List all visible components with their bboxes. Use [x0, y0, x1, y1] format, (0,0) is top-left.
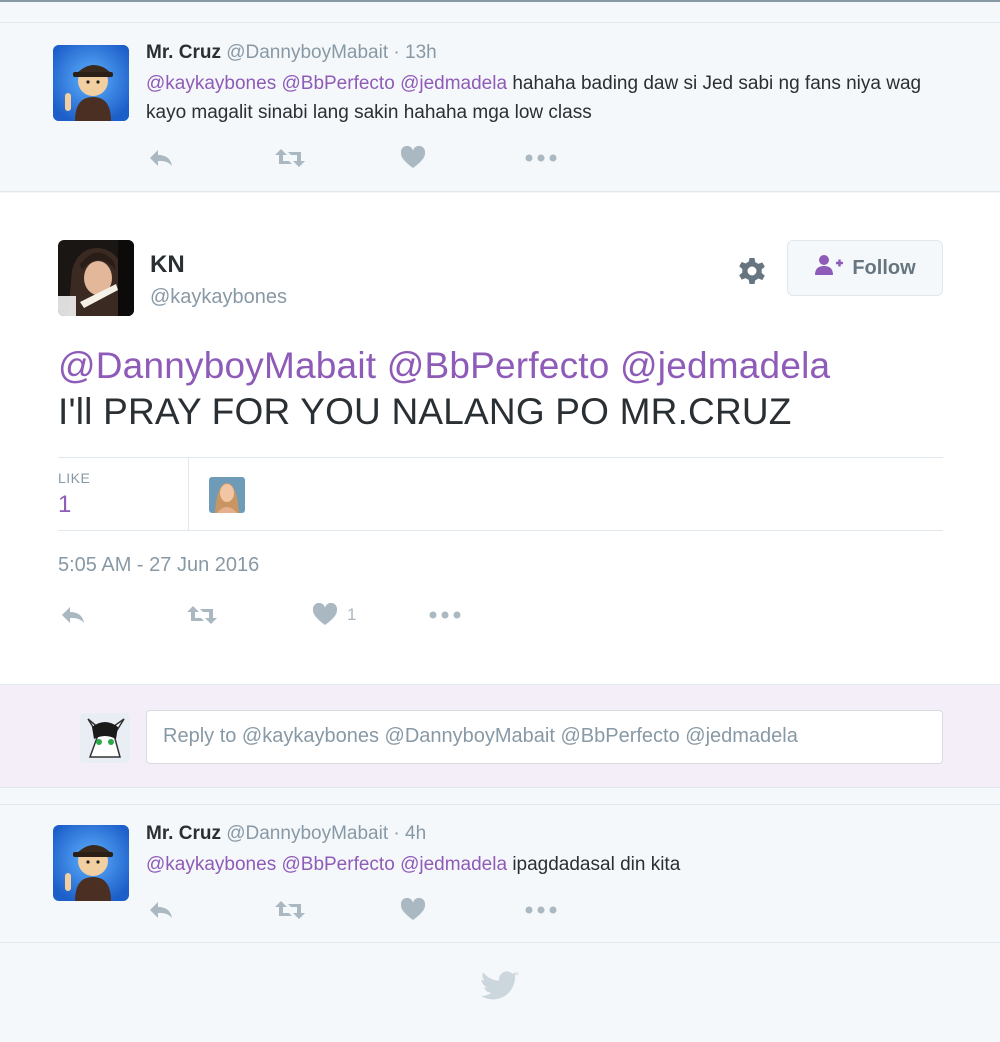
like-stat-label: LIKE [58, 470, 91, 486]
heart-icon[interactable] [399, 146, 427, 170]
follow-button[interactable]: Follow [787, 240, 943, 296]
tweet-actions: 1 [58, 603, 462, 627]
mention-link[interactable]: @kaykaybones [146, 73, 276, 94]
stats-divider [188, 458, 189, 531]
author-handle[interactable]: @kaykaybones [150, 286, 287, 309]
mention-link[interactable]: @jedmadela [620, 345, 830, 386]
more-icon[interactable] [524, 906, 558, 914]
reply-icon[interactable] [58, 604, 88, 626]
tweet-text: @kaykaybones @BbPerfecto @jedmadela haha… [146, 69, 960, 127]
follow-label: Follow [852, 256, 916, 279]
reply-icon[interactable] [146, 899, 176, 921]
mention-link[interactable]: @kaykaybones [146, 854, 276, 875]
liker-avatar[interactable] [209, 477, 245, 513]
reply-input[interactable]: Reply to @kaykaybones @DannyboyMabait @B… [146, 710, 943, 764]
tweet-time[interactable]: 13h [405, 42, 437, 63]
mention-link[interactable]: @jedmadela [400, 73, 507, 94]
like-action-count[interactable]: 1 [347, 605, 356, 625]
tweet-body: I'll PRAY FOR YOU NALANG PO MR.CRUZ [58, 391, 792, 432]
more-icon[interactable] [524, 154, 558, 162]
like-stat-count[interactable]: 1 [58, 491, 71, 519]
avatar[interactable] [58, 240, 134, 316]
author-name[interactable]: Mr. Cruz [146, 823, 221, 844]
footer [0, 944, 1000, 1042]
reply-icon[interactable] [146, 147, 176, 169]
follow-user-icon [814, 254, 844, 282]
retweet-icon[interactable] [273, 147, 307, 169]
retweet-icon[interactable] [185, 604, 219, 626]
reply-box: Reply to @kaykaybones @DannyboyMabait @B… [0, 684, 1000, 788]
main-tweet: KN @kaykaybones Follow @DannyboyMabait @… [0, 193, 1000, 684]
heart-icon[interactable] [311, 603, 339, 627]
author-name[interactable]: Mr. Cruz [146, 42, 221, 63]
author-handle[interactable]: @DannyboyMabait [226, 823, 388, 844]
separator: · [393, 823, 400, 844]
avatar[interactable] [53, 45, 129, 121]
mention-link[interactable]: @BbPerfecto [281, 73, 394, 94]
top-divider [0, 0, 1000, 2]
more-icon[interactable] [428, 611, 462, 619]
author-name[interactable]: KN [150, 251, 185, 279]
author-handle[interactable]: @DannyboyMabait [226, 42, 388, 63]
mention-link[interactable]: @DannyboyMabait [58, 345, 376, 386]
heart-icon[interactable] [399, 898, 427, 922]
mention-link[interactable]: @BbPerfecto [281, 854, 394, 875]
tweet-actions [146, 146, 558, 170]
context-tweet-top[interactable]: Mr. Cruz @DannyboyMabait · 13h @kaykaybo… [0, 22, 1000, 192]
tweet-text: @kaykaybones @BbPerfecto @jedmadela ipag… [146, 850, 960, 879]
twitter-bird-icon [481, 970, 519, 1004]
mention-link[interactable]: @jedmadela [400, 854, 507, 875]
tweet-body: ipagdadasal din kita [512, 854, 681, 875]
separator: · [393, 42, 400, 63]
avatar[interactable] [53, 825, 129, 901]
gear-icon[interactable] [734, 253, 770, 289]
tweet-time[interactable]: 4h [405, 823, 426, 844]
tweet-timestamp[interactable]: 5:05 AM - 27 Jun 2016 [58, 554, 259, 577]
context-tweet-bottom[interactable]: Mr. Cruz @DannyboyMabait · 4h @kaykaybon… [0, 804, 1000, 943]
tweet-stats: LIKE 1 [58, 457, 943, 531]
mention-link[interactable]: @BbPerfecto [387, 345, 610, 386]
retweet-icon[interactable] [273, 899, 307, 921]
current-user-avatar [80, 713, 130, 763]
tweet-text: @DannyboyMabait @BbPerfecto @jedmadela I… [58, 343, 958, 435]
tweet-actions [146, 898, 558, 922]
